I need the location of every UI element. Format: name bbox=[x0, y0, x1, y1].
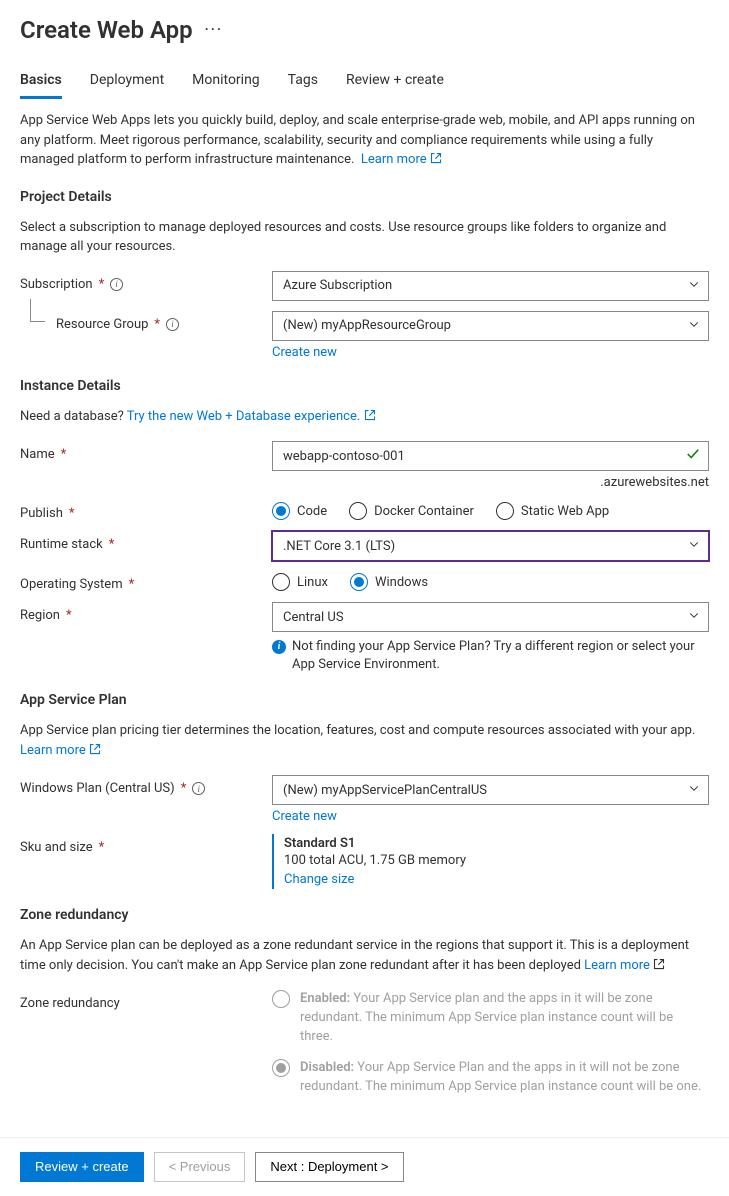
tab-monitoring[interactable]: Monitoring bbox=[192, 72, 260, 99]
resource-group-label: Resource Group bbox=[56, 317, 148, 332]
db-prompt: Need a database? Try the new Web + Datab… bbox=[20, 407, 709, 428]
tab-bar: Basics Deployment Monitoring Tags Review… bbox=[20, 72, 709, 99]
footer-bar: Review + create < Previous Next : Deploy… bbox=[0, 1137, 729, 1196]
radio-icon bbox=[272, 502, 290, 520]
external-link-icon bbox=[653, 957, 665, 977]
zr-radio-enabled bbox=[272, 990, 290, 1008]
zr-heading: Zone redundancy bbox=[20, 907, 709, 923]
name-label: Name bbox=[20, 447, 55, 462]
external-link-icon bbox=[364, 408, 376, 428]
info-icon[interactable]: i bbox=[166, 318, 179, 331]
radio-icon bbox=[272, 573, 290, 591]
zr-enabled-text: Enabled: Your App Service plan and the a… bbox=[300, 990, 709, 1047]
asp-sub: App Service plan pricing tier determines… bbox=[20, 721, 709, 761]
publish-radio-static[interactable]: Static Web App bbox=[496, 502, 609, 520]
os-label: Operating System bbox=[20, 577, 123, 592]
sku-meta: 100 total ACU, 1.75 GB memory bbox=[284, 853, 709, 868]
publish-radio-code[interactable]: Code bbox=[272, 502, 327, 520]
region-label: Region bbox=[20, 608, 60, 623]
runtime-label: Runtime stack bbox=[20, 537, 103, 552]
db-experience-link[interactable]: Try the new Web + Database experience. bbox=[127, 409, 376, 424]
zr-disabled-text: Disabled: Your App Service Plan and the … bbox=[300, 1059, 709, 1097]
change-size-link[interactable]: Change size bbox=[284, 872, 354, 887]
radio-icon bbox=[272, 1059, 290, 1077]
chevron-down-icon bbox=[688, 609, 700, 625]
radio-icon bbox=[272, 990, 290, 1008]
intro-text: App Service Web Apps lets you quickly bu… bbox=[20, 111, 709, 171]
external-link-icon bbox=[430, 151, 442, 171]
project-details-sub: Select a subscription to manage deployed… bbox=[20, 218, 709, 257]
chevron-down-icon bbox=[688, 318, 700, 334]
zr-label: Zone redundancy bbox=[20, 996, 120, 1011]
os-radio-linux[interactable]: Linux bbox=[272, 573, 328, 591]
zr-sub: An App Service plan can be deployed as a… bbox=[20, 936, 709, 976]
radio-icon bbox=[496, 502, 514, 520]
valid-check-icon bbox=[686, 447, 700, 465]
next-button[interactable]: Next : Deployment > bbox=[255, 1152, 403, 1182]
region-hint: Not finding your App Service Plan? Try a… bbox=[292, 638, 709, 674]
review-create-button[interactable]: Review + create bbox=[20, 1152, 144, 1182]
sku-block: Standard S1 100 total ACU, 1.75 GB memor… bbox=[272, 834, 709, 889]
tab-review-create[interactable]: Review + create bbox=[346, 72, 444, 99]
more-actions-icon[interactable]: ··· bbox=[205, 22, 223, 38]
previous-button: < Previous bbox=[154, 1152, 246, 1182]
chevron-down-icon bbox=[688, 782, 700, 798]
info-icon: i bbox=[272, 640, 286, 654]
subscription-label: Subscription bbox=[20, 277, 93, 292]
os-radio-windows[interactable]: Windows bbox=[350, 573, 428, 591]
external-link-icon bbox=[89, 742, 101, 762]
chevron-down-icon bbox=[688, 278, 700, 294]
asp-heading: App Service Plan bbox=[20, 692, 709, 708]
subscription-select[interactable]: Azure Subscription bbox=[272, 271, 709, 301]
page-title: Create Web App bbox=[20, 16, 193, 44]
radio-icon bbox=[350, 573, 368, 591]
create-new-plan-link[interactable]: Create new bbox=[272, 809, 337, 824]
instance-details-heading: Instance Details bbox=[20, 378, 709, 394]
sku-title: Standard S1 bbox=[284, 836, 709, 851]
plan-select[interactable]: (New) myAppServicePlanCentralUS bbox=[272, 775, 709, 805]
resource-group-select[interactable]: (New) myAppResourceGroup bbox=[272, 311, 709, 341]
sku-label: Sku and size bbox=[20, 840, 93, 855]
name-input[interactable]: webapp-contoso-001 bbox=[272, 441, 709, 471]
publish-radio-docker[interactable]: Docker Container bbox=[349, 502, 474, 520]
tab-deployment[interactable]: Deployment bbox=[90, 72, 164, 99]
chevron-down-icon bbox=[688, 538, 700, 554]
radio-icon bbox=[349, 502, 367, 520]
info-icon[interactable]: i bbox=[110, 278, 123, 291]
plan-label: Windows Plan (Central US) bbox=[20, 781, 175, 796]
info-icon[interactable]: i bbox=[192, 782, 205, 795]
zr-learn-more-link[interactable]: Learn more bbox=[584, 958, 665, 973]
tab-tags[interactable]: Tags bbox=[288, 72, 318, 99]
tab-basics[interactable]: Basics bbox=[20, 72, 62, 99]
region-select[interactable]: Central US bbox=[272, 602, 709, 632]
domain-suffix: .azurewebsites.net bbox=[272, 475, 709, 490]
project-details-heading: Project Details bbox=[20, 189, 709, 205]
zr-radio-disabled bbox=[272, 1059, 290, 1077]
runtime-select[interactable]: .NET Core 3.1 (LTS) bbox=[272, 531, 709, 561]
asp-learn-more-link[interactable]: Learn more bbox=[20, 743, 101, 758]
create-new-rg-link[interactable]: Create new bbox=[272, 345, 337, 360]
intro-learn-more-link[interactable]: Learn more bbox=[361, 152, 442, 167]
publish-label: Publish bbox=[20, 506, 63, 521]
